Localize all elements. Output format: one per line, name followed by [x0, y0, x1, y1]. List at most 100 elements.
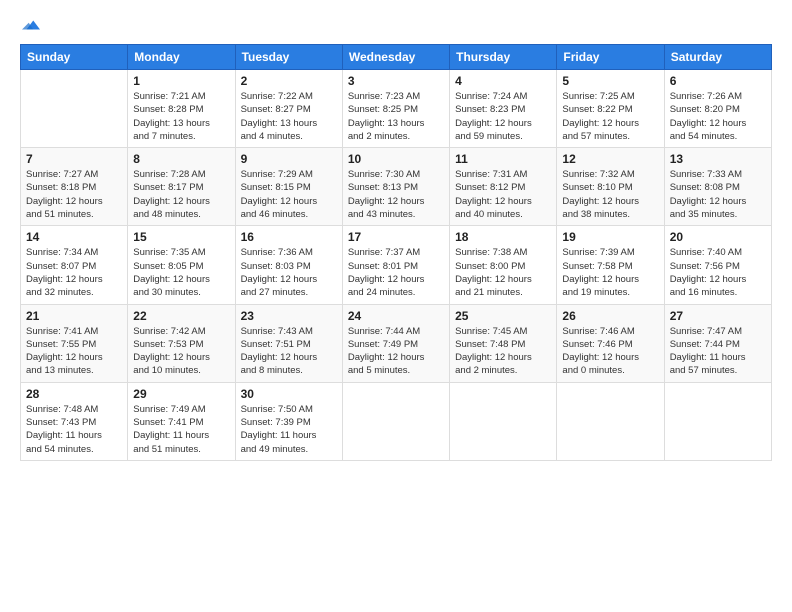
calendar-cell: 17 Sunrise: 7:37 AM Sunset: 8:01 PM Dayli…: [342, 226, 449, 304]
day-number: 13: [670, 152, 766, 166]
calendar-cell: 23 Sunrise: 7:43 AM Sunset: 7:51 PM Dayli…: [235, 304, 342, 382]
calendar-header-monday: Monday: [128, 45, 235, 70]
day-info: Sunrise: 7:36 AM Sunset: 8:03 PM Dayligh…: [241, 246, 337, 299]
calendar-cell: [21, 70, 128, 148]
calendar-cell: 5 Sunrise: 7:25 AM Sunset: 8:22 PM Daylig…: [557, 70, 664, 148]
calendar-cell: 22 Sunrise: 7:42 AM Sunset: 7:53 PM Dayli…: [128, 304, 235, 382]
calendar-cell: [664, 382, 771, 460]
day-number: 26: [562, 309, 658, 323]
calendar-header-sunday: Sunday: [21, 45, 128, 70]
day-number: 12: [562, 152, 658, 166]
day-number: 20: [670, 230, 766, 244]
calendar-cell: 1 Sunrise: 7:21 AM Sunset: 8:28 PM Daylig…: [128, 70, 235, 148]
calendar-cell: 8 Sunrise: 7:28 AM Sunset: 8:17 PM Daylig…: [128, 148, 235, 226]
day-info: Sunrise: 7:24 AM Sunset: 8:23 PM Dayligh…: [455, 90, 551, 143]
day-number: 22: [133, 309, 229, 323]
day-number: 29: [133, 387, 229, 401]
day-info: Sunrise: 7:26 AM Sunset: 8:20 PM Dayligh…: [670, 90, 766, 143]
day-number: 11: [455, 152, 551, 166]
calendar-header-saturday: Saturday: [664, 45, 771, 70]
day-info: Sunrise: 7:44 AM Sunset: 7:49 PM Dayligh…: [348, 325, 444, 378]
logo-icon: [22, 16, 40, 34]
day-number: 23: [241, 309, 337, 323]
calendar-cell: 13 Sunrise: 7:33 AM Sunset: 8:08 PM Dayli…: [664, 148, 771, 226]
day-info: Sunrise: 7:39 AM Sunset: 7:58 PM Dayligh…: [562, 246, 658, 299]
calendar-cell: 15Sunrise: 7:35 AM Sunset: 8:05 PM Dayli…: [128, 226, 235, 304]
day-info: Sunrise: 7:46 AM Sunset: 7:46 PM Dayligh…: [562, 325, 658, 378]
calendar-header-tuesday: Tuesday: [235, 45, 342, 70]
calendar-week-1: 1 Sunrise: 7:21 AM Sunset: 8:28 PM Daylig…: [21, 70, 772, 148]
day-info: Sunrise: 7:38 AM Sunset: 8:00 PM Dayligh…: [455, 246, 551, 299]
day-info: Sunrise: 7:50 AM Sunset: 7:39 PM Dayligh…: [241, 403, 337, 456]
calendar-cell: 10 Sunrise: 7:30 AM Sunset: 8:13 PM Dayli…: [342, 148, 449, 226]
day-number: 2: [241, 74, 337, 88]
day-info: Sunrise: 7:33 AM Sunset: 8:08 PM Dayligh…: [670, 168, 766, 221]
day-info: Sunrise: 7:25 AM Sunset: 8:22 PM Dayligh…: [562, 90, 658, 143]
calendar-cell: 4 Sunrise: 7:24 AM Sunset: 8:23 PM Daylig…: [450, 70, 557, 148]
day-number: 30: [241, 387, 337, 401]
calendar-cell: 28Sunrise: 7:48 AM Sunset: 7:43 PM Dayli…: [21, 382, 128, 460]
calendar-cell: 3Sunrise: 7:23 AM Sunset: 8:25 PM Daylig…: [342, 70, 449, 148]
day-number: 10: [348, 152, 444, 166]
day-info: Sunrise: 7:37 AM Sunset: 8:01 PM Dayligh…: [348, 246, 444, 299]
day-info: Sunrise: 7:31 AM Sunset: 8:12 PM Dayligh…: [455, 168, 551, 221]
day-info: Sunrise: 7:29 AM Sunset: 8:15 PM Dayligh…: [241, 168, 337, 221]
day-info: Sunrise: 7:47 AM Sunset: 7:44 PM Dayligh…: [670, 325, 766, 378]
calendar-cell: 7 Sunrise: 7:27 AM Sunset: 8:18 PM Daylig…: [21, 148, 128, 226]
calendar-cell: [450, 382, 557, 460]
calendar-cell: 20 Sunrise: 7:40 AM Sunset: 7:56 PM Dayli…: [664, 226, 771, 304]
calendar-cell: 18 Sunrise: 7:38 AM Sunset: 8:00 PM Dayli…: [450, 226, 557, 304]
calendar-cell: [342, 382, 449, 460]
calendar-week-4: 21 Sunrise: 7:41 AM Sunset: 7:55 PM Dayli…: [21, 304, 772, 382]
calendar-week-3: 14 Sunrise: 7:34 AM Sunset: 8:07 PM Dayli…: [21, 226, 772, 304]
calendar-header-friday: Friday: [557, 45, 664, 70]
day-number: 6: [670, 74, 766, 88]
day-number: 4: [455, 74, 551, 88]
day-info: Sunrise: 7:41 AM Sunset: 7:55 PM Dayligh…: [26, 325, 122, 378]
calendar-cell: 26 Sunrise: 7:46 AM Sunset: 7:46 PM Dayli…: [557, 304, 664, 382]
calendar-cell: 6 Sunrise: 7:26 AM Sunset: 8:20 PM Daylig…: [664, 70, 771, 148]
day-number: 8: [133, 152, 229, 166]
day-number: 9: [241, 152, 337, 166]
day-info: Sunrise: 7:45 AM Sunset: 7:48 PM Dayligh…: [455, 325, 551, 378]
calendar-cell: [557, 382, 664, 460]
day-info: Sunrise: 7:30 AM Sunset: 8:13 PM Dayligh…: [348, 168, 444, 221]
day-number: 25: [455, 309, 551, 323]
calendar-header-thursday: Thursday: [450, 45, 557, 70]
calendar-table: SundayMondayTuesdayWednesdayThursdayFrid…: [20, 44, 772, 461]
day-number: 14: [26, 230, 122, 244]
calendar-week-5: 28Sunrise: 7:48 AM Sunset: 7:43 PM Dayli…: [21, 382, 772, 460]
day-number: 7: [26, 152, 122, 166]
day-info: Sunrise: 7:40 AM Sunset: 7:56 PM Dayligh…: [670, 246, 766, 299]
day-info: Sunrise: 7:34 AM Sunset: 8:07 PM Dayligh…: [26, 246, 122, 299]
day-number: 1: [133, 74, 229, 88]
day-number: 27: [670, 309, 766, 323]
day-number: 5: [562, 74, 658, 88]
logo: [20, 18, 40, 34]
page: SundayMondayTuesdayWednesdayThursdayFrid…: [0, 0, 792, 612]
day-info: Sunrise: 7:48 AM Sunset: 7:43 PM Dayligh…: [26, 403, 122, 456]
calendar-header-wednesday: Wednesday: [342, 45, 449, 70]
day-number: 18: [455, 230, 551, 244]
day-info: Sunrise: 7:27 AM Sunset: 8:18 PM Dayligh…: [26, 168, 122, 221]
day-number: 21: [26, 309, 122, 323]
calendar-cell: 9 Sunrise: 7:29 AM Sunset: 8:15 PM Daylig…: [235, 148, 342, 226]
calendar-cell: 19 Sunrise: 7:39 AM Sunset: 7:58 PM Dayli…: [557, 226, 664, 304]
calendar-cell: 29 Sunrise: 7:49 AM Sunset: 7:41 PM Dayli…: [128, 382, 235, 460]
day-number: 19: [562, 230, 658, 244]
day-info: Sunrise: 7:43 AM Sunset: 7:51 PM Dayligh…: [241, 325, 337, 378]
calendar-cell: 21 Sunrise: 7:41 AM Sunset: 7:55 PM Dayli…: [21, 304, 128, 382]
day-number: 17: [348, 230, 444, 244]
day-number: 15: [133, 230, 229, 244]
day-info: Sunrise: 7:42 AM Sunset: 7:53 PM Dayligh…: [133, 325, 229, 378]
day-info: Sunrise: 7:49 AM Sunset: 7:41 PM Dayligh…: [133, 403, 229, 456]
day-info: Sunrise: 7:32 AM Sunset: 8:10 PM Dayligh…: [562, 168, 658, 221]
calendar-cell: 12 Sunrise: 7:32 AM Sunset: 8:10 PM Dayli…: [557, 148, 664, 226]
day-number: 16: [241, 230, 337, 244]
calendar-cell: 16 Sunrise: 7:36 AM Sunset: 8:03 PM Dayli…: [235, 226, 342, 304]
calendar-cell: 2Sunrise: 7:22 AM Sunset: 8:27 PM Daylig…: [235, 70, 342, 148]
day-info: Sunrise: 7:21 AM Sunset: 8:28 PM Dayligh…: [133, 90, 229, 143]
day-number: 3: [348, 74, 444, 88]
day-info: Sunrise: 7:28 AM Sunset: 8:17 PM Dayligh…: [133, 168, 229, 221]
calendar-cell: 14 Sunrise: 7:34 AM Sunset: 8:07 PM Dayli…: [21, 226, 128, 304]
